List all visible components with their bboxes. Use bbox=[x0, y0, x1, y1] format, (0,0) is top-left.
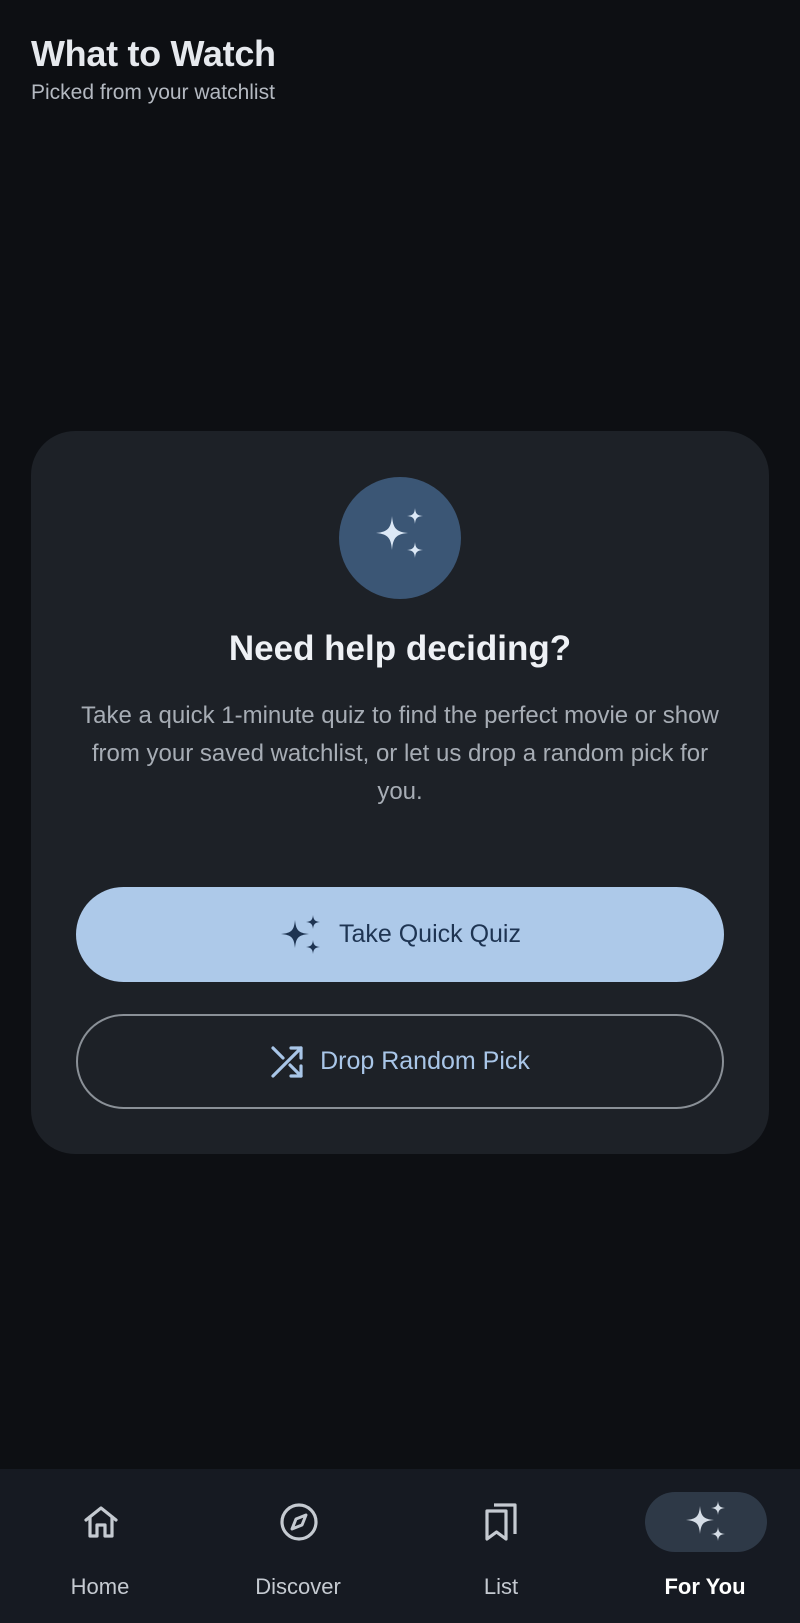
take-quick-quiz-button[interactable]: Take Quick Quiz bbox=[76, 887, 724, 982]
sparkles-icon bbox=[279, 914, 323, 955]
screen: What to Watch Picked from your watchlist… bbox=[0, 0, 800, 1623]
nav-label-for-you: For You bbox=[664, 1574, 746, 1599]
page-title: What to Watch bbox=[31, 33, 276, 74]
nav-label-discover: Discover bbox=[255, 1574, 341, 1599]
nav-label-list: List bbox=[483, 1574, 519, 1599]
bookmarks-icon bbox=[441, 1492, 563, 1552]
page-subtitle: Picked from your watchlist bbox=[31, 81, 275, 104]
shuffle-icon bbox=[270, 1045, 304, 1079]
take-quick-quiz-label: Take Quick Quiz bbox=[338, 920, 521, 948]
card-description: Take a quick 1-minute quiz to find the p… bbox=[81, 702, 719, 805]
bottom-navigation: Home Discover List For You bbox=[0, 1469, 800, 1623]
decision-card: Need help deciding? Take a quick 1-minut… bbox=[31, 431, 769, 1154]
nav-item-for-you[interactable]: For You bbox=[605, 1469, 800, 1623]
page-header: What to Watch Picked from your watchlist bbox=[31, 30, 276, 108]
nav-item-discover[interactable]: Discover bbox=[198, 1469, 398, 1623]
compass-icon bbox=[238, 1492, 360, 1552]
sparkles-icon bbox=[645, 1492, 767, 1552]
home-icon bbox=[40, 1492, 162, 1552]
card-title: Need help deciding? bbox=[228, 629, 572, 668]
drop-random-pick-label: Drop Random Pick bbox=[320, 1047, 530, 1075]
sparkles-icon bbox=[339, 477, 461, 599]
nav-label-home: Home bbox=[70, 1574, 130, 1599]
drop-random-pick-button[interactable]: Drop Random Pick bbox=[76, 1014, 724, 1109]
nav-item-list[interactable]: List bbox=[401, 1469, 601, 1623]
nav-item-home[interactable]: Home bbox=[0, 1469, 200, 1623]
